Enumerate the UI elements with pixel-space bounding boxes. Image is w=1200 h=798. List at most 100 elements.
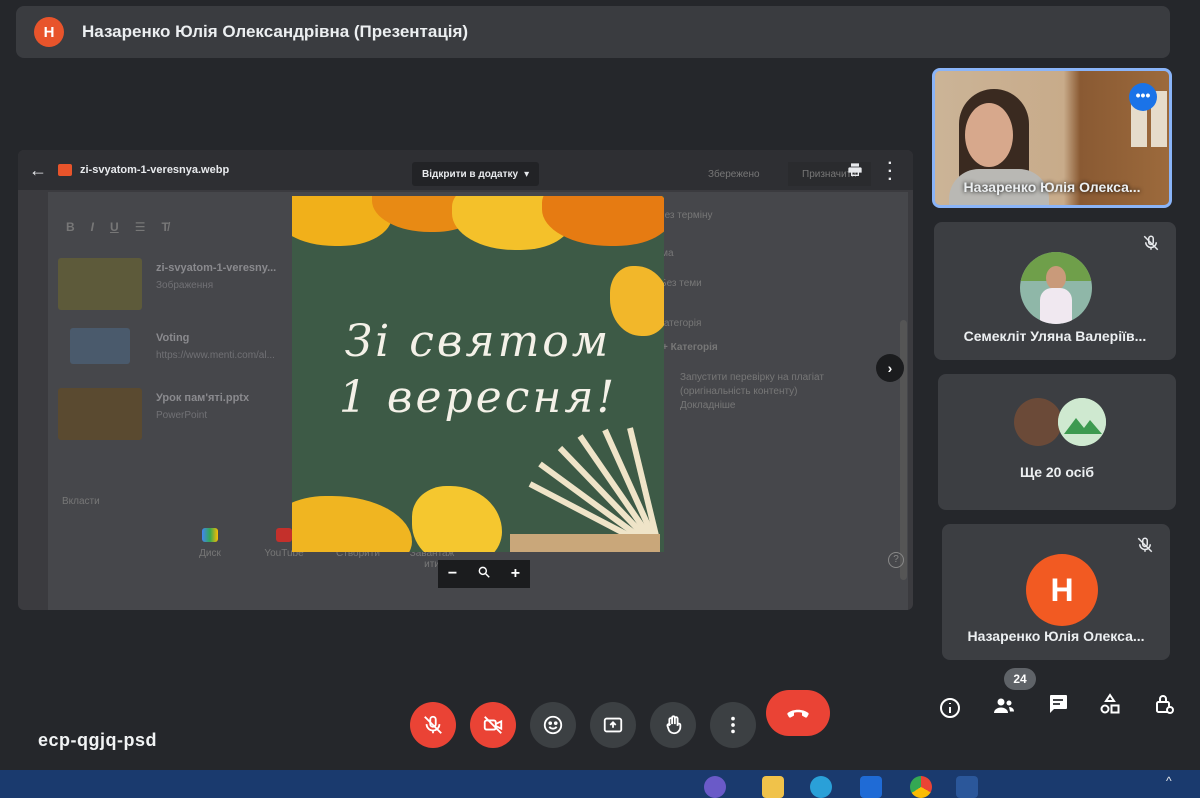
folder-icon[interactable] [762, 776, 784, 798]
image-file-icon [58, 164, 72, 176]
present-button[interactable] [590, 702, 636, 748]
meeting-info-button[interactable] [936, 694, 964, 722]
add-category-button[interactable]: + Категорія [662, 342, 718, 353]
participant-face [965, 103, 1013, 167]
people-button[interactable] [990, 692, 1018, 720]
drive-icon [202, 528, 218, 542]
italic-icon[interactable]: I [91, 220, 94, 234]
zoom-controls: − + [438, 560, 530, 588]
more-options-icon[interactable]: ••• [1129, 83, 1157, 111]
category-label: Категорія [658, 318, 702, 329]
participant-tile[interactable]: Семекліт Уляна Валеріїв... [934, 222, 1176, 360]
emoji-icon [543, 715, 563, 735]
slide-line-2: 1 вересня! [338, 372, 618, 423]
attachment-item[interactable]: zi-svyatom-1-veresny... Зображення [58, 258, 276, 310]
hangup-icon [787, 709, 809, 718]
raise-hand-icon [666, 715, 682, 735]
open-in-app-label: Відкрити в додатку [422, 168, 519, 180]
others-count: Ще 20 осіб [1019, 464, 1095, 480]
bold-icon[interactable]: B [66, 220, 75, 234]
list-icon[interactable]: ☰ [135, 220, 146, 234]
due-date-select[interactable]: Без терміну [658, 210, 712, 221]
attachment-item[interactable]: Voting https://www.menti.com/al... [58, 328, 275, 364]
mic-off-icon [424, 715, 442, 734]
attachment-item[interactable]: Урок пам'яті.pptx PowerPoint [58, 388, 249, 440]
info-icon [940, 698, 960, 718]
chrome-icon[interactable] [910, 776, 932, 798]
raise-hand-button[interactable] [650, 702, 696, 748]
zoom-in-icon[interactable]: + [511, 565, 520, 583]
leave-call-button[interactable] [766, 690, 830, 736]
presenter-avatar: Н [34, 17, 64, 47]
people-count-badge: 24 [1004, 668, 1036, 690]
book-decoration [510, 427, 660, 552]
activities-icon [1100, 693, 1120, 714]
store-icon[interactable] [860, 776, 882, 798]
mic-off-icon [1134, 536, 1156, 558]
topic-select[interactable]: Без теми [660, 278, 702, 289]
mic-toggle-button[interactable] [410, 702, 456, 748]
attachment-thumbnail [58, 388, 142, 440]
edge-icon[interactable] [810, 776, 832, 798]
participant-tile[interactable]: Н Назаренко Юлія Олекса... [942, 524, 1170, 660]
participant-avatar [1014, 398, 1062, 446]
camera-off-icon [483, 716, 503, 734]
attachment-thumbnail [58, 258, 142, 310]
youtube-icon [276, 528, 292, 542]
attachment-subtitle: Зображення [156, 280, 214, 291]
slide-greeting: Зі святом 1 вересня! [292, 314, 664, 426]
os-taskbar: ^ [0, 770, 1200, 798]
plagiarism-line-1: Запустити перевірку на плагіат [680, 372, 824, 383]
participant-tile-self[interactable]: ••• Назаренко Юлія Олекса... [932, 68, 1172, 208]
learn-more-link[interactable]: Докладніше [680, 400, 736, 411]
avatar-body [1040, 288, 1072, 324]
attach-label: Вкласти [62, 496, 100, 507]
leaf-decoration [292, 496, 412, 552]
chat-button[interactable] [1044, 690, 1072, 718]
next-arrow-icon[interactable]: › [876, 354, 904, 382]
others-tile[interactable]: Ще 20 осіб [938, 374, 1176, 510]
more-vert-icon[interactable]: · · · [888, 156, 893, 188]
drive-label: Диск [199, 548, 221, 559]
mountain-icon [1058, 398, 1106, 446]
drive-button[interactable]: Диск [186, 528, 234, 570]
back-arrow-icon[interactable]: ← [18, 160, 58, 181]
more-vert-icon [731, 716, 735, 734]
help-icon[interactable]: ? [888, 552, 904, 568]
participant-avatar [1058, 398, 1106, 446]
camera-toggle-button[interactable] [470, 702, 516, 748]
print-icon[interactable] [847, 162, 863, 176]
attachment-subtitle: https://www.menti.com/al... [156, 350, 275, 361]
host-controls-icon [1156, 695, 1174, 714]
more-options-button[interactable] [710, 702, 756, 748]
app-icon[interactable] [704, 776, 726, 798]
chevron-up-icon[interactable]: ^ [1166, 774, 1172, 788]
activities-button[interactable] [1096, 690, 1124, 718]
slide-line-1: Зі святом [344, 316, 612, 367]
mic-off-icon [1140, 234, 1162, 256]
attachment-title: Урок пам'яті.pptx [156, 392, 250, 404]
underline-icon[interactable]: U [110, 220, 119, 234]
zoom-out-icon[interactable]: − [448, 565, 457, 583]
participant-avatar: Н [1026, 554, 1098, 626]
reactions-button[interactable] [530, 702, 576, 748]
participant-name: Семекліт Уляна Валеріїв... [963, 328, 1147, 344]
zoom-icon[interactable] [477, 565, 491, 584]
leaf-decoration [412, 486, 502, 552]
attachment-title: zi-svyatom-1-veresny... [156, 262, 277, 274]
presenter-title: Назаренко Юлія Олександрівна (Презентаці… [82, 22, 469, 41]
saved-status: Збережено [708, 168, 760, 180]
host-controls-button[interactable] [1150, 690, 1178, 718]
avatar-face [1046, 266, 1066, 290]
word-icon[interactable] [956, 776, 978, 798]
clear-format-icon[interactable]: T̸ [161, 220, 168, 234]
meet-window: Н Назаренко Юлія Олександрівна (Презента… [0, 0, 1200, 770]
participant-name: Назаренко Юлія Олекса... [967, 628, 1145, 644]
chevron-down-icon: ▾ [524, 168, 530, 180]
attachment-thumbnail [70, 328, 130, 364]
slide-image: Зі святом 1 вересня! [292, 196, 664, 552]
open-in-app-button[interactable]: Відкрити в додатку ▾ [412, 162, 540, 186]
presenter-bar: Н Назаренко Юлія Олександрівна (Презента… [16, 6, 1170, 58]
meeting-code: ecp-qgjq-psd [38, 730, 157, 750]
plagiarism-line-2: (оригінальність контенту) [680, 386, 798, 397]
